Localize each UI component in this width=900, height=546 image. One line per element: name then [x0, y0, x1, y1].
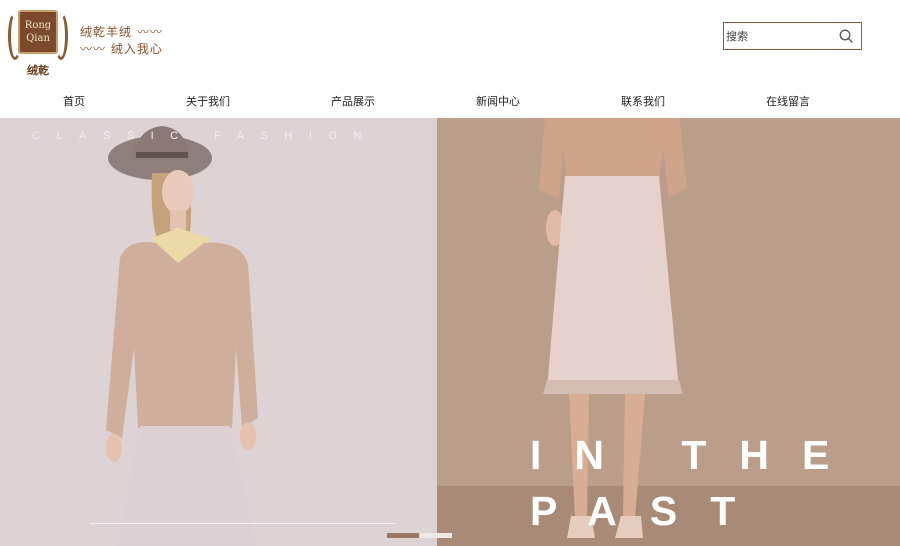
nav-item-products[interactable]: 产品展示	[293, 86, 413, 118]
nav-item-news[interactable]: 新闻中心	[438, 86, 558, 118]
nav-item-home[interactable]: 首页	[14, 86, 134, 118]
nav-item-message[interactable]: 在线留言	[728, 86, 848, 118]
brand-logo[interactable]: Rong Qian 绒乾	[6, 6, 70, 80]
hero-headline-line2: PAST	[530, 488, 769, 534]
slider-dot-1[interactable]	[387, 533, 419, 538]
slogan-line1: 绒乾羊绒	[80, 25, 133, 39]
logo-emblem: Rong Qian	[18, 10, 58, 54]
model-figure-left	[106, 126, 258, 546]
slider-dot-2[interactable]	[420, 533, 452, 538]
logo-text-line1: Rong	[24, 20, 52, 31]
hero-headline-line1: IN THE	[530, 432, 863, 478]
wave-decoration-icon: 〰〰	[136, 25, 163, 39]
search-box	[723, 22, 862, 50]
caption-underline	[90, 523, 396, 524]
search-input[interactable]	[724, 23, 834, 49]
hero-caption-left: CLASSIC FASHION	[32, 130, 378, 142]
logo-name: 绒乾	[27, 64, 49, 77]
nav-item-about[interactable]: 关于我们	[148, 86, 268, 118]
hero-panel-right: IN THE PAST	[437, 118, 900, 546]
slider-pagination	[387, 533, 453, 539]
wave-decoration-icon: 〰〰	[80, 42, 107, 56]
hero-panel-left: CLASSIC FASHION	[0, 118, 437, 546]
logo-text-line2: Qian	[26, 33, 50, 44]
search-icon[interactable]	[838, 28, 854, 44]
brand-slogan: 绒乾羊绒 〰〰 〰〰 绒入我心	[80, 24, 190, 57]
hero-banner[interactable]: CLASSIC FASHION IN THE PAST	[0, 118, 900, 546]
main-nav: 首页 关于我们 产品展示 新闻中心 联系我们 在线留言	[0, 86, 900, 118]
nav-item-contact[interactable]: 联系我们	[583, 86, 703, 118]
site-header: Rong Qian 绒乾 绒乾羊绒 〰〰 〰〰 绒入我心	[0, 0, 900, 86]
model-figure-right	[539, 118, 687, 538]
slogan-line2: 绒入我心	[110, 42, 163, 56]
